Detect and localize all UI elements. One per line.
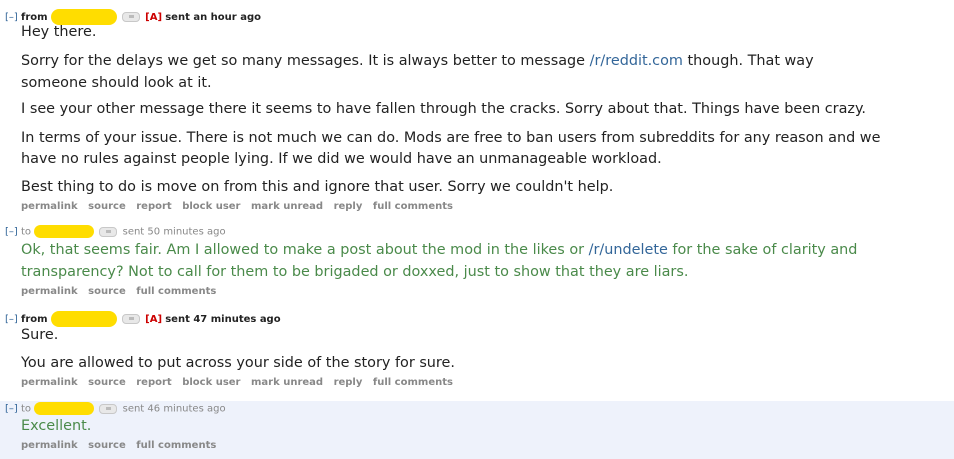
admin-badge[interactable]: [A]: [145, 314, 162, 325]
message-paragraph: Hey there.: [21, 24, 97, 40]
permalink-link[interactable]: permalink: [21, 377, 78, 388]
collapse-toggle[interactable]: [–]: [5, 227, 18, 238]
mail-icon: [99, 403, 118, 414]
message-actions: permalink source full comments: [21, 439, 223, 453]
message-paragraph: Sorry for the delays we get so many mess…: [21, 53, 814, 69]
block-user-link[interactable]: block user: [182, 201, 240, 212]
mark-unread-link[interactable]: mark unread: [251, 377, 323, 388]
permalink-link[interactable]: permalink: [21, 286, 78, 297]
timestamp: sent 50 minutes ago: [122, 226, 226, 238]
reply-link[interactable]: reply: [334, 201, 363, 212]
message-header: [–] from [A] sent 47 minutes ago: [5, 311, 281, 327]
full-comments-link[interactable]: full comments: [136, 286, 216, 297]
admin-badge[interactable]: [A]: [145, 12, 162, 23]
source-link[interactable]: source: [88, 286, 126, 297]
message-paragraph: You are allowed to put across your side …: [21, 355, 455, 371]
timestamp: sent 47 minutes ago: [165, 314, 281, 325]
redacted-username[interactable]: [34, 225, 95, 238]
reply-link[interactable]: reply: [334, 377, 363, 388]
full-comments-link[interactable]: full comments: [373, 377, 453, 388]
collapse-toggle[interactable]: [–]: [5, 314, 18, 325]
report-link[interactable]: report: [136, 377, 171, 388]
direction-label: from: [21, 314, 48, 325]
message-paragraph: someone should look at it.: [21, 75, 212, 91]
direction-label: to: [21, 403, 32, 415]
subreddit-link[interactable]: /r/undelete: [589, 242, 668, 258]
full-comments-link[interactable]: full comments: [373, 201, 453, 212]
redacted-username[interactable]: [50, 311, 117, 327]
permalink-link[interactable]: permalink: [21, 201, 78, 212]
message-header: [–] from [A] sent an hour ago: [5, 9, 261, 25]
collapse-toggle[interactable]: [–]: [5, 12, 18, 23]
mail-icon: [121, 314, 140, 324]
message-paragraph: I see your other message there it seems …: [21, 101, 866, 117]
source-link[interactable]: source: [88, 201, 126, 212]
message-actions: permalink source report block user mark …: [21, 376, 460, 390]
full-comments-link[interactable]: full comments: [136, 440, 216, 451]
timestamp: sent 46 minutes ago: [122, 403, 226, 415]
mark-unread-link[interactable]: mark unread: [251, 201, 323, 212]
message-paragraph: Ok, that seems fair. Am I allowed to mak…: [21, 242, 858, 258]
source-link[interactable]: source: [88, 377, 126, 388]
source-link[interactable]: source: [88, 440, 126, 451]
redacted-username[interactable]: [34, 402, 95, 415]
message-actions: permalink source full comments: [21, 285, 223, 299]
permalink-link[interactable]: permalink: [21, 440, 78, 451]
message-paragraph: transparency? Not to call for them to be…: [21, 264, 689, 280]
direction-label: to: [21, 226, 32, 238]
mail-icon: [99, 226, 118, 237]
collapse-toggle[interactable]: [–]: [5, 404, 18, 415]
timestamp: sent an hour ago: [165, 12, 261, 23]
mail-icon: [121, 12, 140, 22]
message-paragraph: have no rules against people lying. If w…: [21, 151, 662, 167]
message-header: [–] to sent 50 minutes ago: [5, 225, 226, 239]
message-paragraph: Best thing to do is move on from this an…: [21, 179, 614, 195]
message-actions: permalink source report block user mark …: [21, 200, 460, 214]
message-paragraph: Sure.: [21, 327, 59, 343]
message-header: [–] to sent 46 minutes ago: [5, 402, 226, 416]
message-paragraph: Excellent.: [21, 418, 92, 434]
block-user-link[interactable]: block user: [182, 377, 240, 388]
report-link[interactable]: report: [136, 201, 171, 212]
subreddit-link[interactable]: /r/reddit.com: [590, 53, 683, 69]
message-paragraph: In terms of your issue. There is not muc…: [21, 130, 881, 146]
